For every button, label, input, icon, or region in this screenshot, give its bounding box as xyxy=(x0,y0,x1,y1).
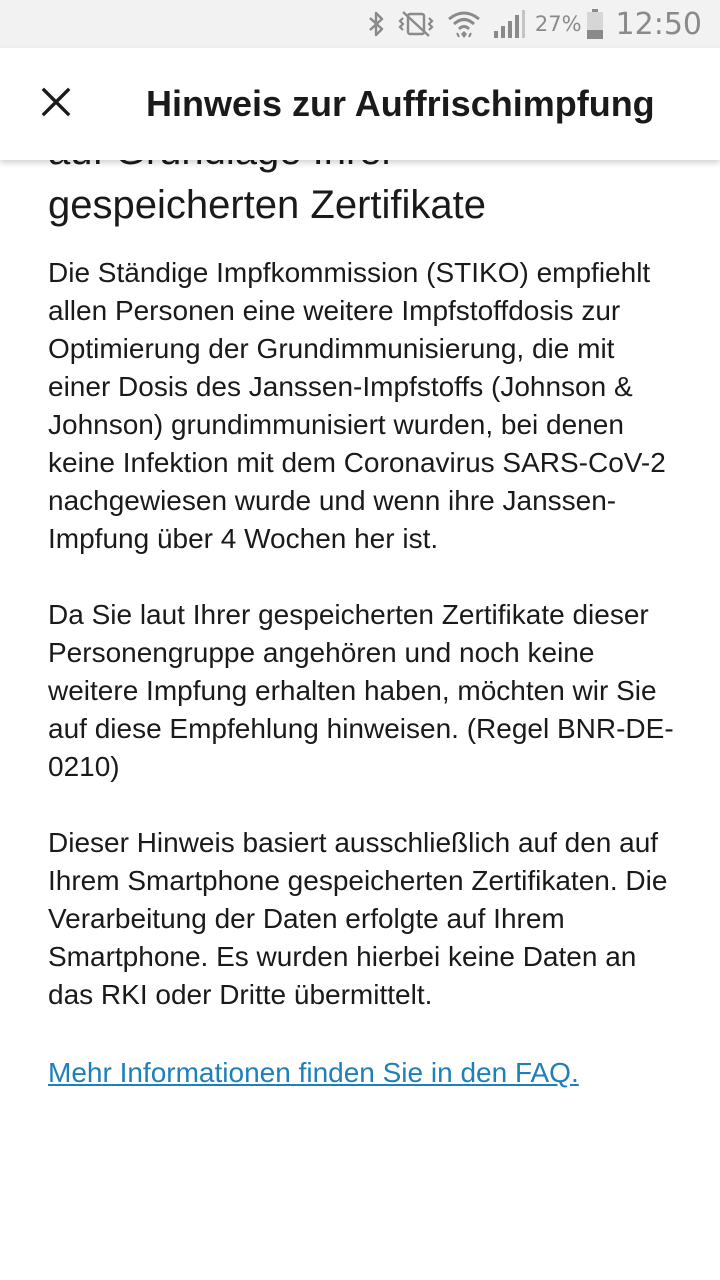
signal-icon xyxy=(493,9,525,39)
heading-line-2: gespeicherten Zertifikate xyxy=(48,183,487,227)
content-body: auf Grundlage Ihrer gespeicherten Zertif… xyxy=(48,124,678,1092)
wifi-icon xyxy=(447,9,481,39)
clock: 12:50 xyxy=(615,6,702,42)
paragraph-datenschutz: Dieser Hinweis basiert ausschließlich au… xyxy=(48,827,668,1010)
bluetooth-icon xyxy=(367,10,385,38)
app-bar: Hinweis zur Auffrischimpfung xyxy=(0,48,720,160)
vibrate-icon xyxy=(397,10,435,38)
close-button[interactable] xyxy=(24,76,88,132)
page-title: Hinweis zur Auffrischimpfung xyxy=(146,83,655,124)
faq-link[interactable]: Mehr Informationen finden Sie in den FAQ… xyxy=(48,1054,579,1092)
paragraph-personengruppe: Da Sie laut Ihrer gespeicherten Zertifik… xyxy=(48,599,674,782)
battery-percent: 27% xyxy=(534,12,582,36)
paragraph-stiko: Die Ständige Impfkommission (STIKO) empf… xyxy=(48,257,666,554)
status-bar: 27% 12:50 xyxy=(0,0,720,48)
battery-icon xyxy=(586,8,604,40)
close-icon xyxy=(41,87,71,122)
scroll-content[interactable]: auf Grundlage Ihrer gespeicherten Zertif… xyxy=(0,48,720,1280)
